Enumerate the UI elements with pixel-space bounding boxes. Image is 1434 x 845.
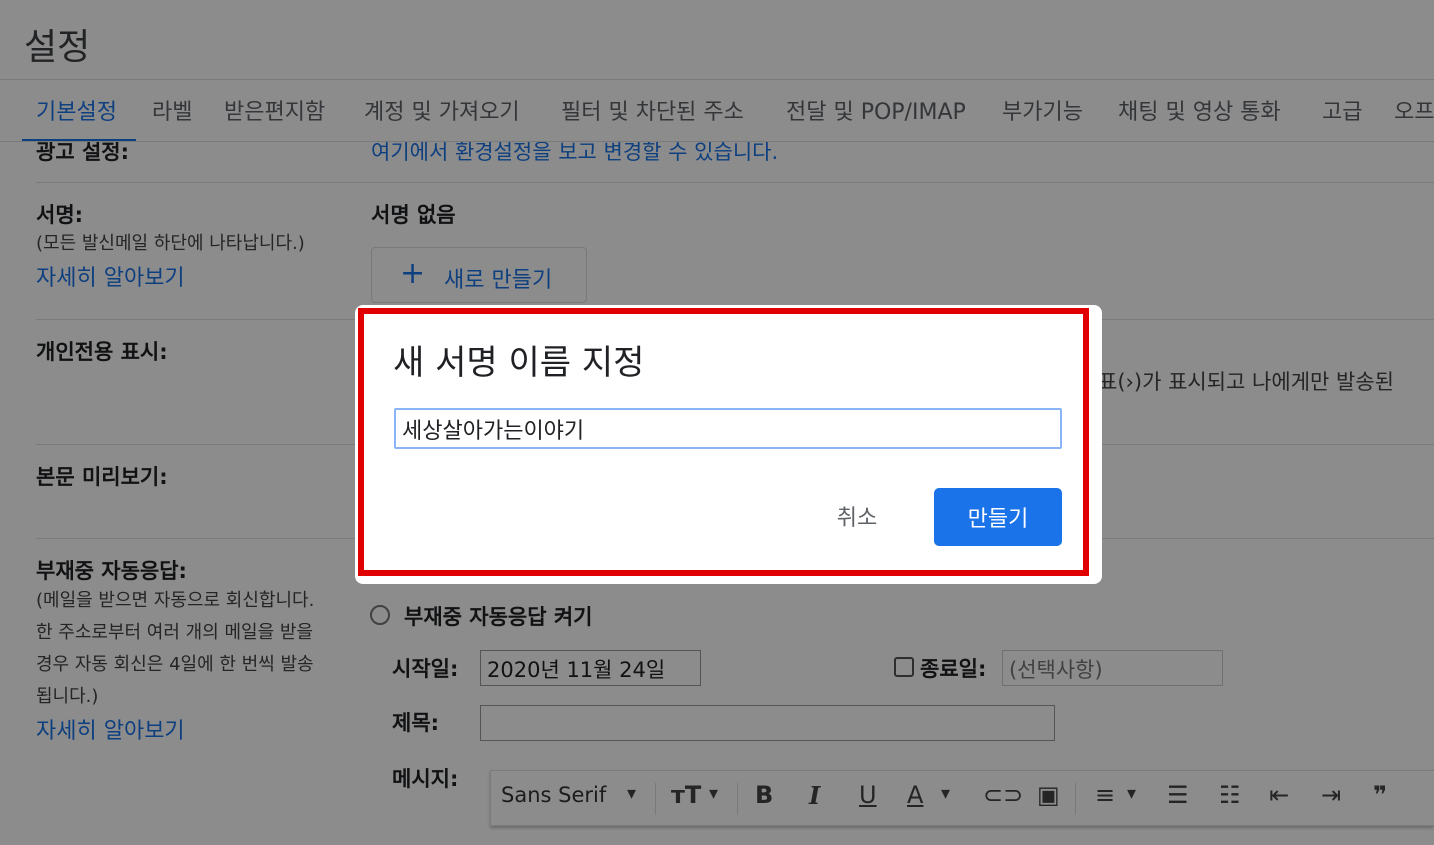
dialog-title: 새 서명 이름 지정: [393, 343, 645, 383]
signature-name-input[interactable]: [394, 408, 1062, 449]
gmail-settings-page: 설정 기본설정 라벨 받은편지함 계정 및 가져오기 필터 및 차단된 주소 전…: [0, 0, 1434, 845]
name-signature-dialog: 새 서명 이름 지정 취소 만들기: [355, 305, 1102, 584]
create-button[interactable]: 만들기: [934, 488, 1062, 546]
cancel-button[interactable]: 취소: [822, 498, 892, 534]
